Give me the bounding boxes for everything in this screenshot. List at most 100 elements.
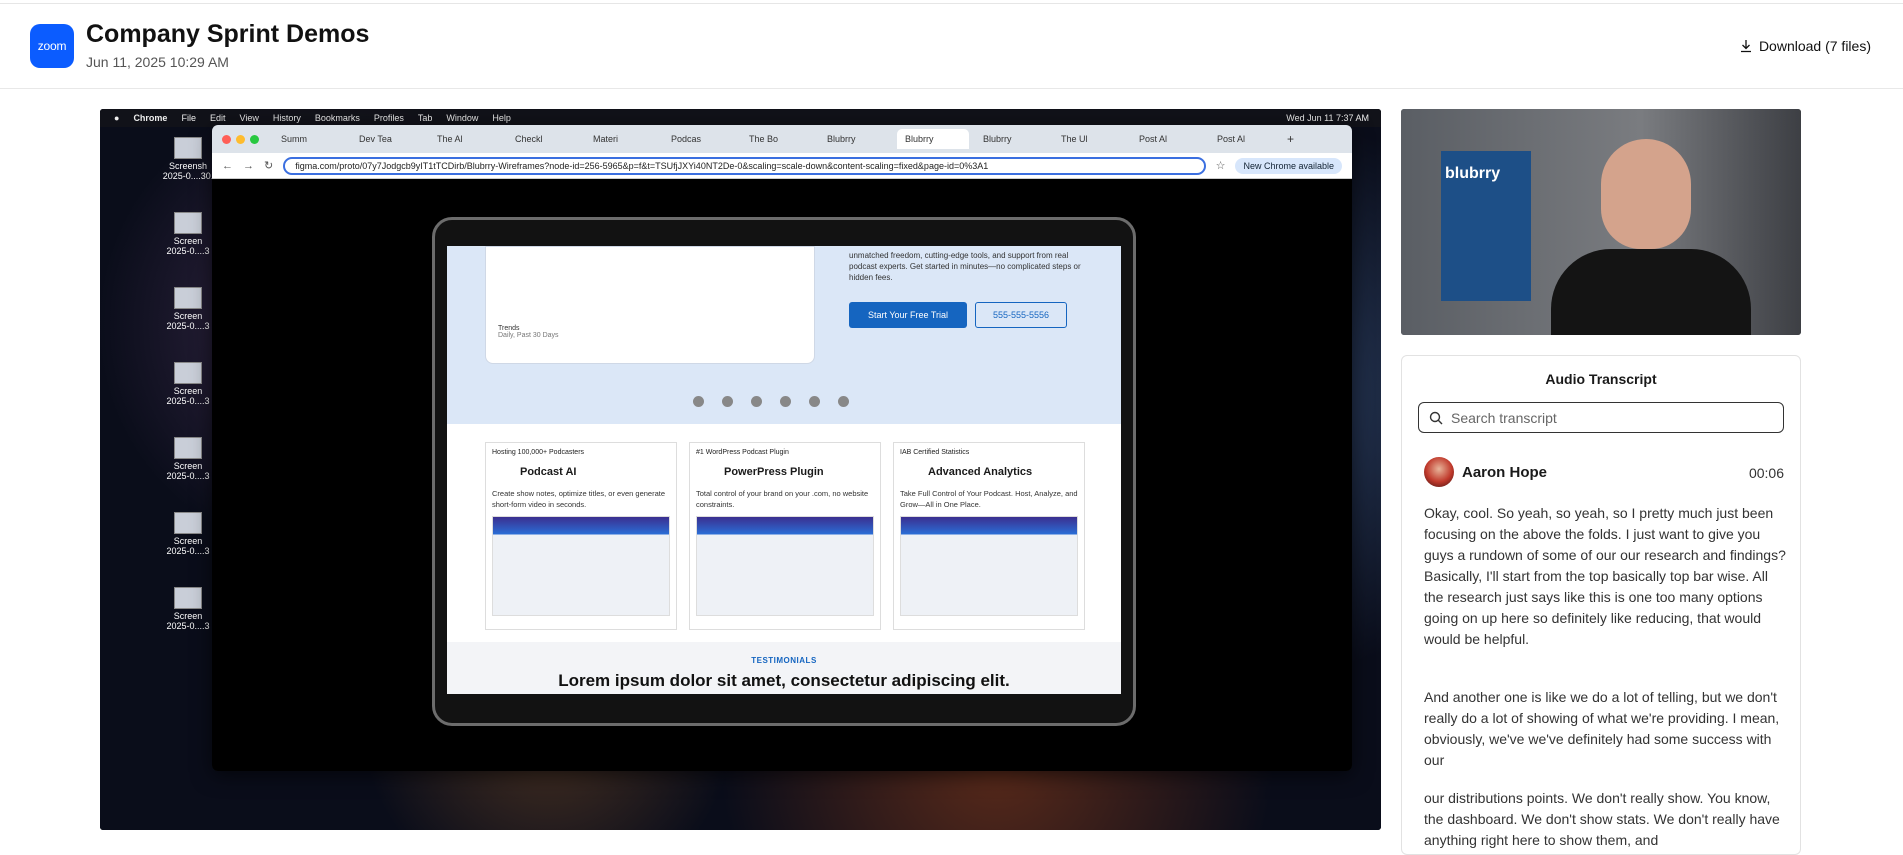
desktop-file: Screen 2025-0....3 <box>158 287 218 362</box>
browser-tab[interactable]: Podcas <box>663 129 735 149</box>
forward-icon[interactable]: → <box>243 160 254 172</box>
testimonials-heading: Lorem ipsum dolor sit amet, consectetur … <box>558 671 1010 690</box>
transcript-search[interactable] <box>1418 402 1784 433</box>
file-thumbnail <box>174 137 202 159</box>
free-trial-button[interactable]: Start Your Free Trial <box>849 302 967 328</box>
trends-label: Trends Daily, Past 30 Days <box>498 325 559 339</box>
recording-header: zoom Company Sprint Demos Jun 11, 2025 1… <box>0 4 1903 89</box>
avatar <box>1424 457 1454 487</box>
feature-card: Hosting 100,000+ Podcasters Podcast AI C… <box>485 442 677 630</box>
download-icon <box>1740 40 1751 53</box>
browser-tab[interactable]: Dev Tea <box>351 129 423 149</box>
maximize-window-button[interactable] <box>250 134 259 144</box>
card-description: Create show notes, optimize titles, or e… <box>492 489 666 509</box>
browser-tab[interactable]: Blubrry <box>975 129 1047 149</box>
browser-tab[interactable]: Blubrry <box>819 129 891 149</box>
new-tab-icon[interactable]: + <box>1287 132 1294 146</box>
zoom-logo: zoom <box>30 24 74 68</box>
browser-tab[interactable]: Post Al <box>1131 129 1203 149</box>
phone-button[interactable]: 555-555-5556 <box>975 302 1067 328</box>
browser-tab-active[interactable]: Blubrry <box>897 129 969 149</box>
desktop-file: Screensh 2025-0....30. <box>158 137 218 212</box>
desktop-file: Screen 2025-0....3 <box>158 212 218 287</box>
file-thumbnail <box>174 212 202 234</box>
menu-view: View <box>239 113 259 123</box>
transcript-panel: Audio Transcript Aaron Hope 00:06 Okay, … <box>1401 355 1801 855</box>
transcript-title: Audio Transcript <box>1545 371 1657 387</box>
feature-card: #1 WordPress Podcast Plugin PowerPress P… <box>689 442 881 630</box>
browser-tab[interactable]: Summ <box>273 129 345 149</box>
browser-tab[interactable]: The Ul <box>1053 129 1125 149</box>
card-description: Take Full Control of Your Podcast. Host,… <box>900 489 1078 509</box>
participant-head <box>1601 139 1691 249</box>
browser-tab[interactable]: Materi <box>585 129 657 149</box>
file-thumbnail <box>174 512 202 534</box>
blubrry-poster: blubrry <box>1441 151 1531 301</box>
platform-icons <box>693 396 849 407</box>
browser-tab[interactable]: Post Al <box>1209 129 1281 149</box>
desktop-file: Screen 2025-0....3 <box>158 587 218 662</box>
screen-share-video[interactable]: ● Chrome File Edit View History Bookmark… <box>100 109 1381 830</box>
speaker-row: Aaron Hope <box>1424 457 1547 487</box>
file-thumbnail <box>174 362 202 384</box>
chrome-update-button[interactable]: New Chrome available <box>1235 157 1342 174</box>
minimize-window-button[interactable] <box>236 134 245 144</box>
figma-prototype-canvas[interactable]: Trends Daily, Past 30 Days unmatched free… <box>212 179 1352 771</box>
desktop-file: Screen 2025-0....3 <box>158 362 218 437</box>
testimonials-label: TESTIMONIALS <box>751 656 817 665</box>
window-controls <box>222 134 259 144</box>
search-transcript-input[interactable] <box>1451 409 1771 426</box>
card-description: Total control of your brand on your .com… <box>696 489 869 509</box>
transcript-timestamp[interactable]: 00:06 <box>1749 465 1784 481</box>
browser-tab[interactable]: Checkl <box>507 129 579 149</box>
spotify-icon <box>751 396 762 407</box>
menu-edit: Edit <box>209 113 226 123</box>
desktop-icons: Screensh 2025-0....30. Screen 2025-0....… <box>158 137 218 662</box>
transcript-paragraph: our distributions points. We don't reall… <box>1424 790 1780 848</box>
participant-video: blubrry <box>1401 109 1801 335</box>
mac-clock: Wed Jun 11 7:37 AM <box>1286 113 1369 123</box>
menu-profiles: Profiles <box>373 113 404 123</box>
tablet-frame: Trends Daily, Past 30 Days unmatched free… <box>432 217 1136 726</box>
address-bar-row: ← → ↻ figma.com/proto/07y7Jodgcb9yIT1tTC… <box>212 153 1352 179</box>
card-subtitle: #1 WordPress Podcast Plugin <box>696 449 789 456</box>
card-screenshot <box>696 516 874 616</box>
menu-tab: Tab <box>417 113 433 123</box>
menu-history: History <box>272 113 301 123</box>
file-thumbnail <box>174 587 202 609</box>
tab-strip: Summ Dev Tea The Al Checkl Materi Podcas… <box>212 125 1352 153</box>
feature-cards: Hosting 100,000+ Podcasters Podcast AI C… <box>485 442 1085 630</box>
file-thumbnail <box>174 437 202 459</box>
reload-icon[interactable]: ↻ <box>264 159 273 172</box>
recording-date: Jun 11, 2025 10:29 AM <box>86 54 229 70</box>
menu-file: File <box>181 113 196 123</box>
bookmark-star-icon[interactable]: ☆ <box>1216 159 1226 172</box>
download-button[interactable]: Download (7 files) <box>1739 38 1871 54</box>
apple-icon: ● <box>114 113 120 123</box>
search-icon <box>1429 411 1443 424</box>
hero-text: unmatched freedom, cutting-edge tools, a… <box>849 251 1081 282</box>
hero-section: Trends Daily, Past 30 Days unmatched free… <box>447 246 1121 424</box>
chrome-window: Summ Dev Tea The Al Checkl Materi Podcas… <box>212 125 1352 771</box>
speaker-name: Aaron Hope <box>1462 463 1548 481</box>
broadcast-icon <box>722 396 733 407</box>
card-name: Podcast AI <box>520 466 577 478</box>
browser-tab[interactable]: The Bo <box>741 129 813 149</box>
card-screenshot <box>492 516 670 616</box>
website-preview: Trends Daily, Past 30 Days unmatched free… <box>447 246 1121 694</box>
desktop-file: Screen 2025-0....3 <box>158 512 218 587</box>
dashboard-mockup: Trends Daily, Past 30 Days <box>485 246 815 364</box>
browser-tab[interactable]: The Al <box>429 129 501 149</box>
transcript-paragraph: And another one is like we do a lot of t… <box>1424 689 1780 768</box>
back-icon[interactable]: ← <box>222 160 233 172</box>
menu-app: Chrome <box>133 113 168 123</box>
card-name: PowerPress Plugin <box>724 466 824 478</box>
download-label: Download (7 files) <box>1758 38 1871 54</box>
close-window-button[interactable] <box>222 134 231 144</box>
card-subtitle: Hosting 100,000+ Podcasters <box>492 449 585 456</box>
apple-podcasts-icon <box>693 396 704 407</box>
testimonials-section: TESTIMONIALS Lorem ipsum dolor sit amet,… <box>447 642 1121 694</box>
card-subtitle: IAB Certified Statistics <box>900 449 970 456</box>
url-input[interactable]: figma.com/proto/07y7Jodgcb9yIT1tTCDirb/B… <box>283 156 1206 175</box>
card-name: Advanced Analytics <box>928 466 1033 478</box>
